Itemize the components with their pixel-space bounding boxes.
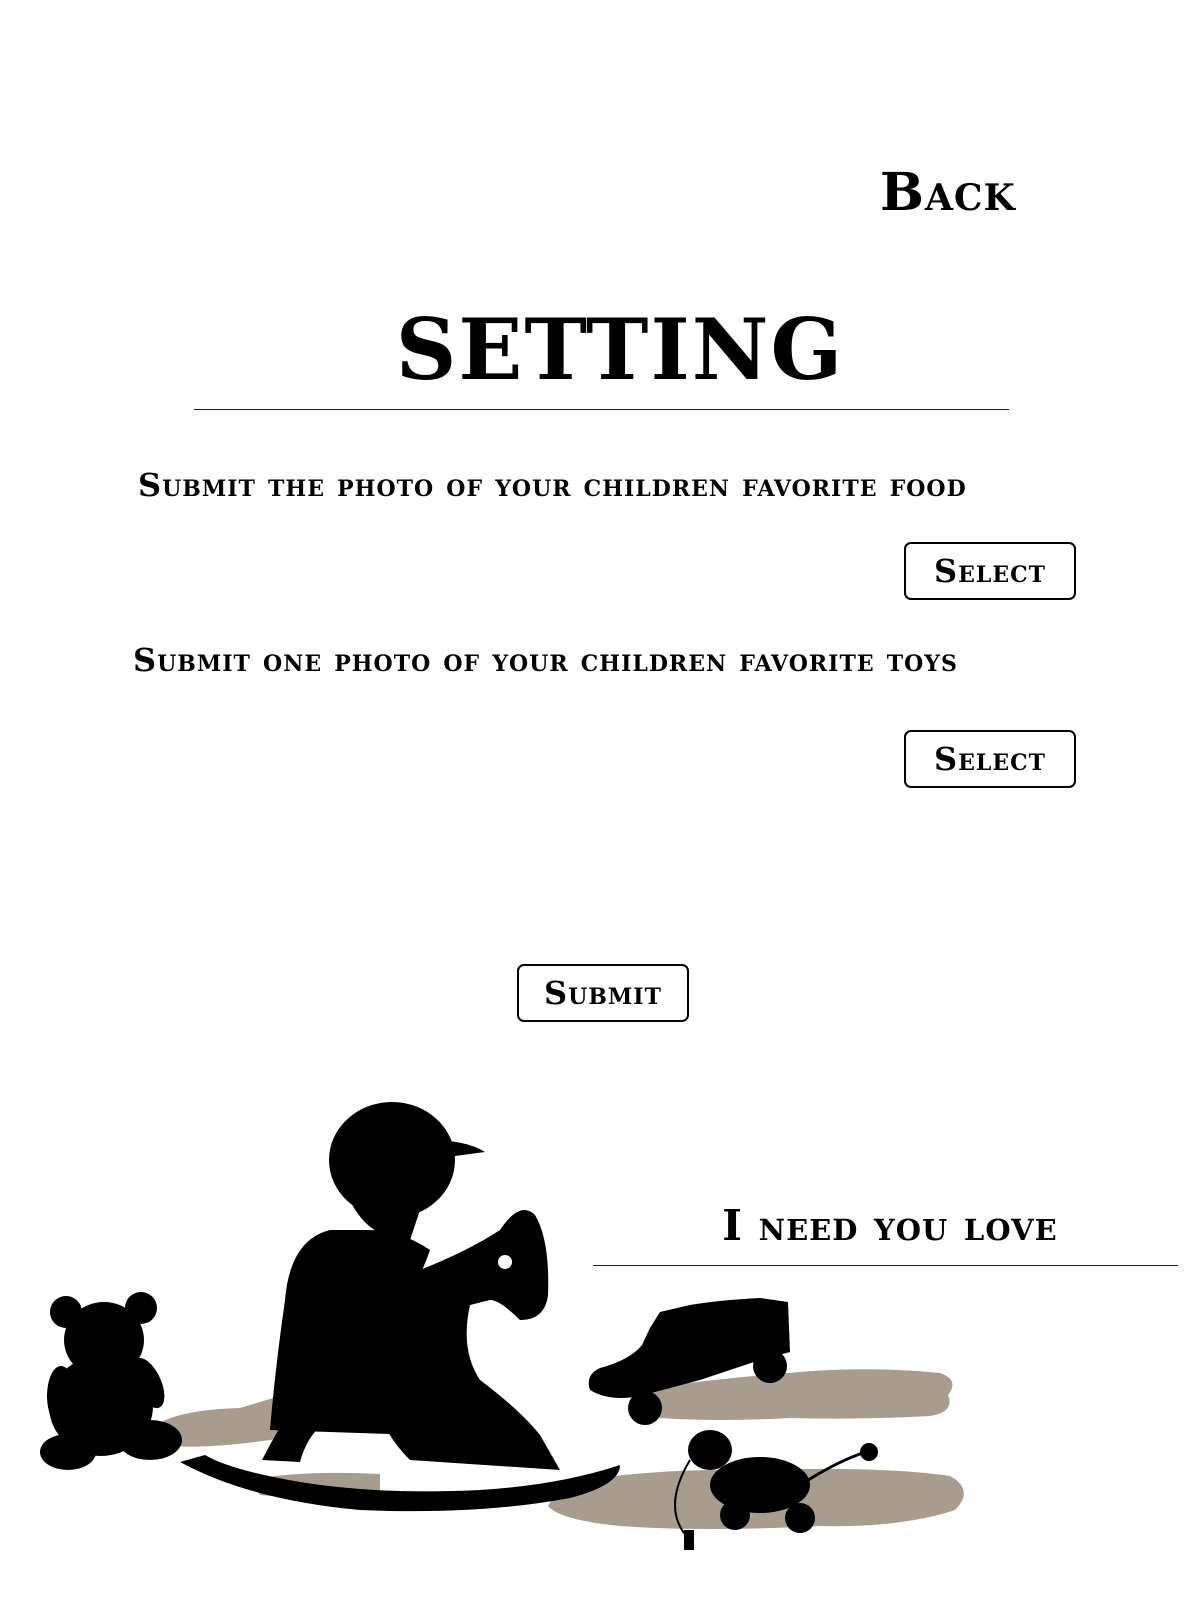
food-photo-prompt: Submit the photo of your children favori… xyxy=(138,466,967,504)
page-title: SETTING xyxy=(395,300,845,399)
title-divider xyxy=(194,409,1009,410)
teddy-bear-icon xyxy=(40,1292,182,1470)
select-food-photo-button[interactable]: Select xyxy=(904,542,1076,600)
submit-button[interactable]: Submit xyxy=(517,964,689,1022)
select-toys-photo-button[interactable]: Select xyxy=(904,730,1076,788)
back-link[interactable]: Back xyxy=(880,162,1016,223)
child-rocking-horse-silhouette-icon xyxy=(40,1102,964,1550)
toys-photo-prompt: Submit one photo of your children favori… xyxy=(133,641,958,679)
